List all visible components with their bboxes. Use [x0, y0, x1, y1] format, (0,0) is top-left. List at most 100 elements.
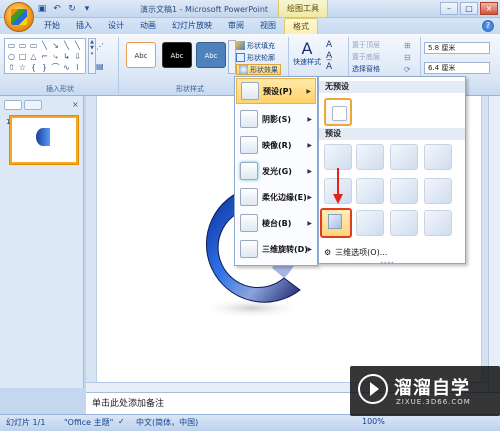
- soft-edges-icon: [240, 188, 258, 206]
- 3d-options-button[interactable]: ⚙ 三维选项(O)...: [320, 246, 464, 258]
- window-controls: – □ ×: [440, 2, 498, 15]
- quick-styles-button[interactable]: A 快速样式: [292, 40, 322, 67]
- preset-option[interactable]: [356, 144, 384, 170]
- play-icon: [370, 382, 379, 396]
- line-shape-icon[interactable]: ╲: [61, 40, 72, 51]
- tab-insert[interactable]: 插入: [68, 18, 100, 34]
- height-input[interactable]: 5.8 厘米: [424, 42, 490, 54]
- corner-shape-icon[interactable]: ⌐: [39, 51, 50, 62]
- save-icon[interactable]: ▣: [36, 3, 48, 15]
- office-button[interactable]: [4, 2, 34, 32]
- textbox-shape-icon[interactable]: ▭: [28, 40, 39, 51]
- arrow-shape-icon[interactable]: ↘: [50, 40, 61, 51]
- brace-shape-icon[interactable]: {: [28, 62, 39, 73]
- menu-item-bevel[interactable]: 棱台(B) ▶: [236, 210, 316, 236]
- wave-shape-icon[interactable]: ⌒: [50, 62, 61, 73]
- undo-icon[interactable]: ↶: [51, 3, 63, 15]
- shape-style-blue[interactable]: Abc: [196, 42, 226, 68]
- no-preset-header: 无预设: [319, 81, 465, 93]
- line-shape-icon[interactable]: ╲: [39, 40, 50, 51]
- bent-arrow-shape-icon[interactable]: ↳: [61, 51, 72, 62]
- bent-arrow-shape-icon[interactable]: ⤷: [50, 51, 61, 62]
- selection-pane-button[interactable]: 选择窗格: [352, 64, 380, 74]
- freeform-shape-icon[interactable]: ⌇: [72, 62, 83, 73]
- tab-view[interactable]: 视图: [252, 18, 284, 34]
- text-effects-buttons[interactable]: A A̲ A: [326, 40, 346, 73]
- 3d-options-label: 三维选项(O)...: [335, 247, 388, 257]
- bevel-icon: [240, 214, 258, 232]
- curve-shape-icon[interactable]: ∿: [61, 62, 72, 73]
- preset-option[interactable]: [390, 210, 418, 236]
- spellcheck-icon[interactable]: ✓: [118, 417, 125, 426]
- thumbnail-shape: [36, 128, 50, 146]
- shape-style-orange[interactable]: Abc: [126, 42, 156, 68]
- ribbon-tabs: 开始 插入 设计 动画 幻灯片放映 审阅 视图 格式: [36, 18, 318, 34]
- shape-outline-button[interactable]: 形状轮廓: [236, 52, 275, 63]
- bring-to-front-button[interactable]: 置于顶层: [352, 40, 380, 50]
- maximize-button[interactable]: □: [460, 2, 478, 15]
- star-shape-icon[interactable]: ☆: [17, 62, 28, 73]
- send-to-back-button[interactable]: 置于底层: [352, 52, 380, 62]
- tab-design[interactable]: 设计: [100, 18, 132, 34]
- gallery-scroll-arrows[interactable]: ▲ ▼ ▾: [88, 38, 96, 74]
- close-button[interactable]: ×: [480, 2, 498, 15]
- preset-option-selected[interactable]: [320, 208, 352, 238]
- menu-item-label: 预设(P): [263, 86, 293, 96]
- tab-home[interactable]: 开始: [36, 18, 68, 34]
- preset-option[interactable]: [424, 178, 452, 204]
- preset-option[interactable]: [356, 178, 384, 204]
- tab-animations[interactable]: 动画: [132, 18, 164, 34]
- shapes-gallery[interactable]: ▭ ▭ ▭ ╲ ↘ ╲ ╲ ○ □ △ ⌐ ⤷ ↳ ⇩ ⇧ ☆ { } ⌒ ∿ …: [4, 38, 86, 74]
- glow-icon: [240, 162, 258, 180]
- vertical-scrollbar[interactable]: [488, 96, 500, 392]
- brace-shape-icon[interactable]: }: [39, 62, 50, 73]
- triangle-shape-icon[interactable]: △: [28, 51, 39, 62]
- help-icon[interactable]: ?: [482, 20, 494, 32]
- shape-outline-label: 形状轮廓: [247, 53, 275, 62]
- shape-effects-label: 形状效果: [250, 65, 278, 74]
- minimize-button[interactable]: –: [440, 2, 458, 15]
- menu-item-3d-rotation[interactable]: 三维旋转(D) ▶: [236, 236, 316, 262]
- preset-option[interactable]: [356, 210, 384, 236]
- preset-icon: [241, 82, 259, 100]
- slides-tab[interactable]: [4, 100, 22, 110]
- menu-item-reflection[interactable]: 映像(R) ▶: [236, 132, 316, 158]
- menu-item-soft-edges[interactable]: 柔化边缘(E) ▶: [236, 184, 316, 210]
- redo-icon[interactable]: ↻: [66, 3, 78, 15]
- line-shape-icon[interactable]: ╲: [72, 40, 83, 51]
- preset-option[interactable]: [390, 178, 418, 204]
- tab-slideshow[interactable]: 幻灯片放映: [164, 18, 220, 34]
- menu-item-glow[interactable]: 发光(G) ▶: [236, 158, 316, 184]
- arrow-shape-icon[interactable]: ⇩: [72, 51, 83, 62]
- outline-tab[interactable]: [24, 100, 42, 110]
- submenu-arrow-icon: ▶: [307, 115, 312, 123]
- menu-item-label: 阴影(S): [262, 114, 292, 124]
- zoom-level[interactable]: 100%: [362, 417, 385, 426]
- preset-option[interactable]: [424, 144, 452, 170]
- shape-fill-button[interactable]: 形状填充: [236, 40, 275, 51]
- tab-review[interactable]: 审阅: [220, 18, 252, 34]
- preset-option[interactable]: [390, 144, 418, 170]
- menu-item-shadow[interactable]: 阴影(S) ▶: [236, 106, 316, 132]
- menu-item-label: 发光(G): [262, 166, 292, 176]
- tab-format[interactable]: 格式: [284, 18, 318, 34]
- menu-item-label: 映像(R): [262, 140, 292, 150]
- textbox-shape-icon[interactable]: ▭: [6, 40, 17, 51]
- shape-style-black[interactable]: Abc: [162, 42, 192, 68]
- rectangle-shape-icon[interactable]: □: [17, 51, 28, 62]
- menu-item-preset[interactable]: 预设(P) ▶: [236, 78, 316, 104]
- oval-shape-icon[interactable]: ○: [6, 51, 17, 62]
- resize-grip-icon[interactable]: ••••: [380, 260, 394, 267]
- textbox-shape-icon[interactable]: ▭: [17, 40, 28, 51]
- shape-effects-button[interactable]: 形状效果: [236, 64, 281, 75]
- align-group-icons[interactable]: ⊞ ⊟ ⟳: [404, 40, 411, 76]
- textbox-icon[interactable]: ▤: [96, 62, 110, 74]
- preset-option[interactable]: [424, 210, 452, 236]
- width-input[interactable]: 6.4 厘米: [424, 62, 490, 74]
- customize-icon[interactable]: ▾: [81, 3, 93, 15]
- preset-none[interactable]: [324, 98, 352, 126]
- edit-shape-icon[interactable]: ⋰: [96, 42, 110, 54]
- arrow-shape-icon[interactable]: ⇧: [6, 62, 17, 73]
- close-icon[interactable]: ×: [72, 100, 79, 109]
- style-gallery-scroll[interactable]: [228, 40, 236, 74]
